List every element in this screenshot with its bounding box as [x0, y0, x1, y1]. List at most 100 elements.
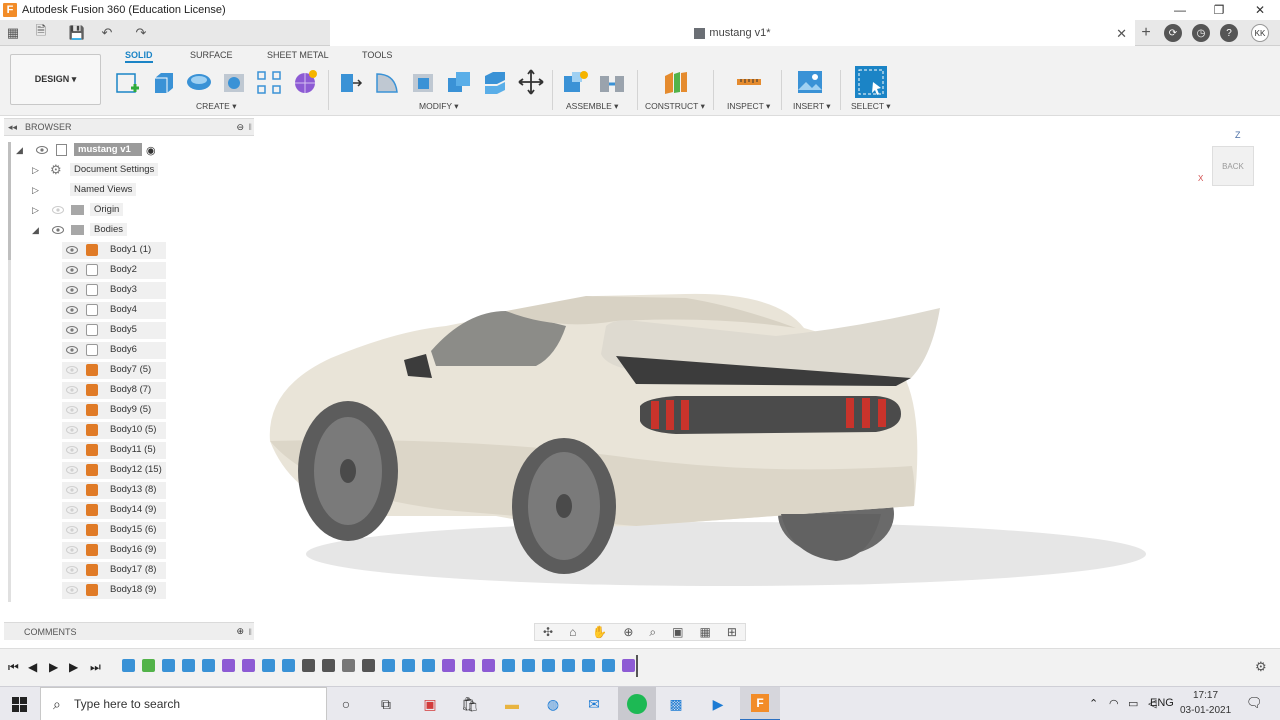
browser-body-row[interactable]: Body13 (8)	[62, 482, 166, 499]
inspect-group-label[interactable]: INSPECT ▾	[727, 101, 770, 112]
browser-body-row[interactable]: Body14 (9)	[62, 502, 166, 519]
job-status-icon[interactable]: ◷	[1192, 24, 1210, 42]
zoom-icon[interactable]: ⊕	[623, 625, 633, 639]
viewports-icon[interactable]: ⊞	[727, 625, 737, 639]
browser-body-label[interactable]: Body15 (6)	[106, 523, 161, 536]
browser-folder-row[interactable]: ▷ Origin	[32, 202, 172, 219]
timeline-feature-icon[interactable]	[322, 659, 335, 672]
visibility-eye-icon[interactable]	[52, 226, 64, 234]
grid-menu-icon[interactable]: ▦	[4, 24, 22, 42]
browser-folder-row[interactable]: ▷ Named Views	[32, 182, 172, 199]
combine-icon[interactable]	[445, 68, 473, 96]
timeline-feature-icon[interactable]	[402, 659, 415, 672]
root-component-label[interactable]: mustang v1	[74, 143, 142, 156]
browser-body-label[interactable]: Body13 (8)	[106, 483, 161, 496]
minimize-button[interactable]: —	[1160, 0, 1200, 20]
browser-body-label[interactable]: Body14 (9)	[106, 503, 161, 516]
maximize-button[interactable]: ❐	[1199, 0, 1239, 20]
expand-icon[interactable]: ◢	[16, 145, 23, 156]
browser-body-label[interactable]: Body1 (1)	[106, 243, 156, 256]
task-view-icon[interactable]: ⧉	[374, 692, 398, 716]
browser-body-row[interactable]: Body17 (8)	[62, 562, 166, 579]
browser-scrollbar[interactable]	[8, 142, 11, 260]
browser-body-label[interactable]: Body11 (5)	[106, 443, 160, 456]
visibility-eye-icon[interactable]	[66, 546, 78, 554]
offset-plane-icon[interactable]	[661, 68, 689, 96]
visibility-eye-icon[interactable]	[66, 346, 78, 354]
fillet-icon[interactable]	[373, 68, 401, 96]
insert-group-label[interactable]: INSERT ▾	[793, 101, 831, 112]
timeline-feature-icon[interactable]	[182, 659, 195, 672]
browser-body-label[interactable]: Body10 (5)	[106, 423, 161, 436]
split-body-icon[interactable]	[481, 68, 509, 96]
fusion-taskbar-icon[interactable]: F	[740, 687, 780, 720]
comments-panel[interactable]: COMMENTS ⊕ ‖	[4, 622, 254, 640]
timeline-feature-icon[interactable]	[222, 659, 235, 672]
browser-body-row[interactable]: Body2	[62, 262, 166, 279]
tab-surface[interactable]: SURFACE	[190, 50, 233, 60]
browser-body-label[interactable]: Body3	[106, 283, 141, 296]
browser-folder-label[interactable]: Bodies	[90, 223, 128, 236]
timeline-play-icon[interactable]: ▶	[49, 660, 58, 674]
browser-body-label[interactable]: Body9 (5)	[106, 403, 156, 416]
timeline-feature-icon[interactable]	[362, 659, 375, 672]
timeline-settings-icon[interactable]: ⚙	[1255, 659, 1267, 675]
timeline-feature-icon[interactable]	[622, 659, 635, 672]
press-pull-icon[interactable]	[337, 68, 365, 96]
undo-icon[interactable]: ↶	[98, 24, 116, 42]
browser-body-row[interactable]: Body5	[62, 322, 166, 339]
visibility-eye-icon[interactable]	[66, 366, 78, 374]
visibility-eye-icon[interactable]	[66, 566, 78, 574]
timeline-feature-icon[interactable]	[122, 659, 135, 672]
tray-chevron-icon[interactable]: ⌃	[1089, 697, 1098, 710]
timeline-marker[interactable]	[636, 655, 638, 677]
browser-body-row[interactable]: Body9 (5)	[62, 402, 166, 419]
browser-body-row[interactable]: Body18 (9)	[62, 582, 166, 599]
timeline-feature-icon[interactable]	[462, 659, 475, 672]
visibility-eye-icon[interactable]	[66, 526, 78, 534]
browser-body-row[interactable]: Body6	[62, 342, 166, 359]
view-cube-face[interactable]: BACK	[1212, 146, 1254, 186]
expand-icon[interactable]: ▷	[32, 205, 39, 216]
visibility-eye-icon[interactable]	[66, 266, 78, 274]
orbit-icon[interactable]: ✣	[543, 625, 553, 639]
close-window-button[interactable]: ✕	[1240, 0, 1280, 20]
insert-image-icon[interactable]	[796, 68, 824, 96]
browser-folder-label[interactable]: Origin	[90, 203, 124, 216]
tab-tools[interactable]: TOOLS	[362, 50, 392, 60]
browser-body-label[interactable]: Body2	[106, 263, 141, 276]
fit-icon[interactable]: ⌕	[649, 625, 656, 640]
visibility-eye-icon[interactable]	[66, 406, 78, 414]
user-avatar[interactable]: KK	[1251, 24, 1269, 42]
browser-body-row[interactable]: Body12 (15)	[62, 462, 166, 479]
workspace-switcher-button[interactable]: DESIGN ▾	[10, 54, 101, 105]
timeline-feature-icon[interactable]	[422, 659, 435, 672]
pan-icon[interactable]: ✋	[592, 625, 607, 639]
visibility-eye-icon[interactable]	[66, 306, 78, 314]
browser-folder-row[interactable]: ▷ ⚙ Document Settings	[32, 162, 172, 179]
windows-start-icon[interactable]	[12, 697, 27, 712]
timeline-feature-icon[interactable]	[482, 659, 495, 672]
select-group-label[interactable]: SELECT ▾	[851, 101, 891, 112]
shell-icon[interactable]	[409, 68, 437, 96]
expand-icon[interactable]: ▷	[32, 165, 39, 176]
cortana-icon[interactable]: ○	[334, 692, 358, 716]
browser-folder-row[interactable]: ◢ Bodies	[32, 222, 172, 239]
timeline-feature-icon[interactable]	[202, 659, 215, 672]
document-tab[interactable]: mustang v1* ✕	[330, 20, 1135, 46]
help-icon[interactable]: ?	[1220, 24, 1238, 42]
gift-app-icon[interactable]: ▣	[418, 692, 442, 716]
display-settings-icon[interactable]: ▣	[672, 625, 683, 639]
construct-group-label[interactable]: CONSTRUCT ▾	[645, 101, 705, 112]
expand-icon[interactable]: ▷	[32, 185, 39, 196]
timeline-feature-icon[interactable]	[502, 659, 515, 672]
browser-body-label[interactable]: Body4	[106, 303, 141, 316]
browser-body-row[interactable]: Body1 (1)	[62, 242, 166, 259]
form-icon[interactable]	[291, 68, 319, 96]
modify-group-label[interactable]: MODIFY ▾	[419, 101, 459, 112]
timeline-feature-icon[interactable]	[442, 659, 455, 672]
store-icon[interactable]: 🛍	[458, 692, 482, 716]
move-copy-icon[interactable]	[517, 68, 545, 96]
new-tab-icon[interactable]: +	[1137, 24, 1155, 42]
notifications-icon[interactable]: 🗨	[1246, 695, 1263, 711]
